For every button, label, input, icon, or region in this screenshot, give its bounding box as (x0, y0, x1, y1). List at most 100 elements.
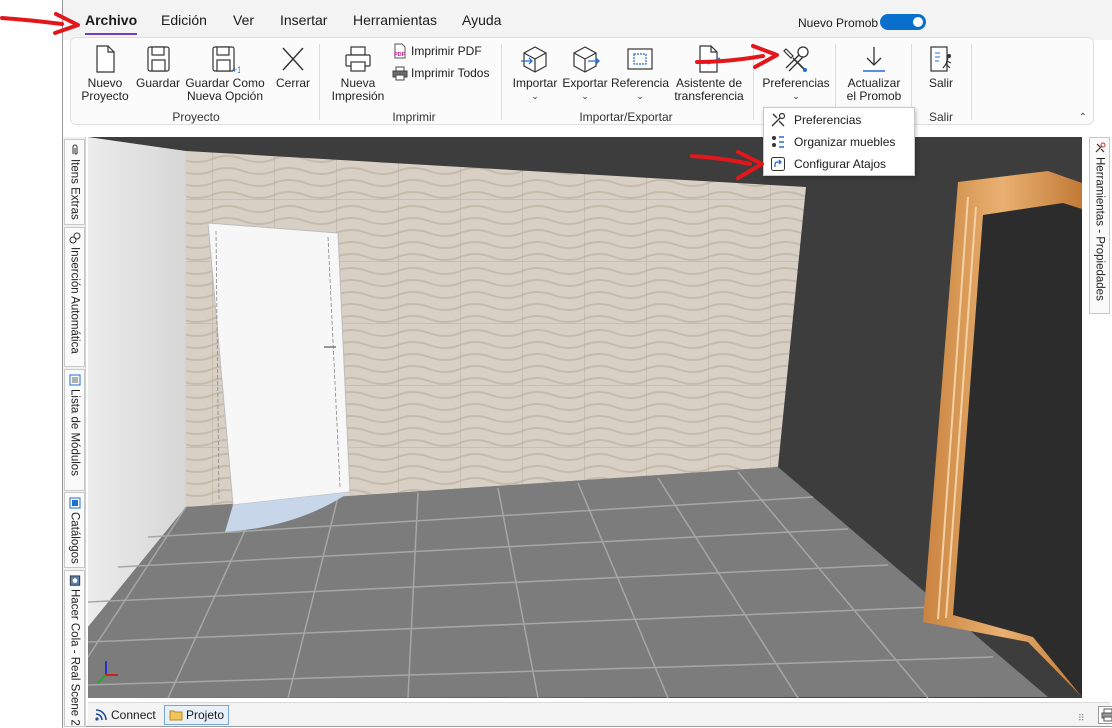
ribbon-separator (501, 44, 502, 120)
exit-icon (930, 46, 952, 72)
nuevo-proyecto-button[interactable]: Nuevo Proyecto (77, 44, 133, 103)
collapse-ribbon-icon[interactable]: ⌃ (1079, 112, 1087, 123)
annotation-arrow-archivo (0, 12, 80, 35)
projeto-label: Projeto (186, 708, 225, 722)
tab-hacer-cola-real-scene[interactable]: Hacer Cola - Real Scene 2 (64, 570, 85, 727)
list-icon (69, 374, 80, 386)
cerrar-label: Cerrar (275, 76, 310, 90)
tab-insercion-automatica[interactable]: Inserción Automática (64, 227, 85, 367)
save-icon (147, 46, 170, 72)
close-icon (282, 47, 304, 71)
3d-viewport[interactable] (88, 137, 1082, 698)
imprimir-todos-label: Imprimir Todos (411, 66, 490, 80)
dropdown-item-preferencias-label: Preferencias (794, 113, 862, 127)
exportar-label: Exportar (562, 76, 608, 90)
nueva-impresion-label-2: Impresión (331, 89, 385, 103)
tab-hacer-cola-real-scene-label: Hacer Cola - Real Scene 2 (68, 589, 81, 726)
dropdown-item-configurar-atajos[interactable]: Configurar Atajos (764, 153, 914, 175)
tab-catalogos-label: Catálogos (68, 512, 81, 564)
exportar-button[interactable]: Exportar ⌄ (557, 44, 613, 101)
menu-ver[interactable]: Ver (233, 12, 254, 28)
tab-herramientas-propiedades-label: Herramientas - Propiedades (1093, 157, 1106, 301)
chevron-down-icon: ⌄ (792, 91, 800, 101)
nuevo-proyecto-label-2: Proyecto (81, 89, 129, 103)
actualizar-label-2: el Promob (846, 89, 902, 103)
nuevo-promob-toggle[interactable] (880, 14, 926, 30)
svg-text:PDF: PDF (394, 52, 406, 58)
importar-label: Importar (512, 76, 558, 90)
guardar-button[interactable]: Guardar (135, 44, 181, 90)
render-queue-icon (69, 575, 80, 586)
organize-furniture-icon (772, 136, 784, 148)
dropdown-item-organizar-muebles-label: Organizar muebles (794, 135, 896, 149)
left-dock-panel: Itens Extras Inserción Automática Lista … (63, 137, 86, 727)
annotation-arrow-configurar-atajos (690, 150, 764, 180)
cerrar-button[interactable]: Cerrar (271, 44, 315, 90)
export-cube-icon (573, 46, 600, 73)
guardar-como-label-1: Guardar Como (185, 76, 265, 90)
ribbon: Nuevo Proyecto Guardar +1 Guardar Como N… (70, 37, 1094, 125)
actualizar-label-1: Actualizar (847, 76, 901, 90)
guardar-como-label-2: Nueva Opción (186, 89, 264, 103)
tools-icon (1095, 142, 1105, 153)
group-salir-label: Salir (928, 110, 953, 124)
tab-itens-extras-label: Itens Extras (68, 159, 81, 220)
dropdown-item-preferencias[interactable]: Preferencias (764, 109, 914, 131)
tab-lista-de-modulos-label: Lista de Módulos (68, 389, 81, 476)
tab-lista-de-modulos[interactable]: Lista de Módulos (64, 369, 85, 491)
menu-archivo[interactable]: Archivo (85, 12, 137, 28)
ribbon-separator (319, 44, 320, 120)
salir-label: Salir (928, 76, 953, 90)
asistente-label-1: Asistente de (675, 76, 743, 90)
status-bar: Connect Projeto ⠿ × (88, 702, 1112, 726)
tab-insercion-automatica-label: Inserción Automática (68, 247, 81, 354)
referencia-label: Referencia (610, 76, 670, 90)
window-bottom-border (62, 726, 1112, 727)
nueva-impresion-label-1: Nueva (340, 76, 376, 90)
nuevo-promob-label: Nuevo Promob (798, 16, 879, 30)
guardar-como-button[interactable]: +1 Guardar Como Nueva Opción (183, 44, 267, 103)
menu-insertar[interactable]: Insertar (280, 12, 327, 28)
preferencias-dropdown: Preferencias Organizar muebles Configura… (763, 107, 915, 176)
preferencias-label: Preferencias (762, 76, 830, 90)
chevron-down-icon: ⌄ (581, 91, 589, 101)
nuevo-proyecto-label-1: Nuevo (87, 76, 123, 90)
dropdown-item-organizar-muebles[interactable]: Organizar muebles (764, 131, 914, 153)
tools-icon (771, 112, 786, 127)
menu-herramientas[interactable]: Herramientas (353, 12, 437, 28)
menu-ayuda[interactable]: Ayuda (462, 12, 501, 28)
tab-catalogos[interactable]: Catálogos (64, 492, 85, 568)
connect-button[interactable]: Connect (90, 705, 160, 725)
tab-itens-extras[interactable]: Itens Extras (64, 139, 85, 225)
tab-herramientas-propiedades[interactable]: Herramientas - Propiedades (1089, 137, 1110, 314)
pdf-icon: PDF (394, 43, 406, 59)
download-update-icon (863, 47, 885, 72)
actualizar-promob-button[interactable]: Actualizar el Promob (841, 44, 907, 103)
tools-icon (783, 46, 809, 72)
salir-button[interactable]: Salir (919, 44, 963, 90)
menu-edicion[interactable]: Edición (161, 12, 207, 28)
menu-bar: Archivo Edición Ver Insertar Herramienta… (63, 0, 1112, 40)
referencia-button[interactable]: Referencia ⌄ (609, 44, 671, 101)
annotation-arrow-preferencias (695, 44, 779, 69)
print-all-icon (392, 66, 408, 81)
reference-icon (627, 48, 653, 70)
connect-label: Connect (111, 708, 156, 722)
imprimir-pdf-button[interactable]: PDF Imprimir PDF (392, 43, 482, 59)
guardar-label: Guardar (135, 76, 181, 90)
imprimir-todos-button[interactable]: Imprimir Todos (392, 65, 489, 81)
new-document-icon (96, 45, 115, 73)
chevron-down-icon: ⌄ (531, 91, 539, 101)
white-door (207, 222, 351, 506)
dropdown-item-configurar-atajos-label: Configurar Atajos (794, 157, 887, 171)
import-cube-icon (521, 46, 547, 73)
active-menu-indicator (85, 33, 137, 35)
printer-icon (345, 46, 371, 72)
group-imprimir-label: Imprimir (392, 110, 436, 124)
status-printer-field[interactable] (1098, 706, 1112, 724)
printer-icon (1101, 708, 1112, 722)
projeto-button[interactable]: Projeto (164, 705, 230, 725)
nueva-impresion-button[interactable]: Nueva Impresión (325, 44, 391, 103)
importar-button[interactable]: Importar ⌄ (507, 44, 563, 101)
svg-text:+1: +1 (232, 65, 240, 74)
